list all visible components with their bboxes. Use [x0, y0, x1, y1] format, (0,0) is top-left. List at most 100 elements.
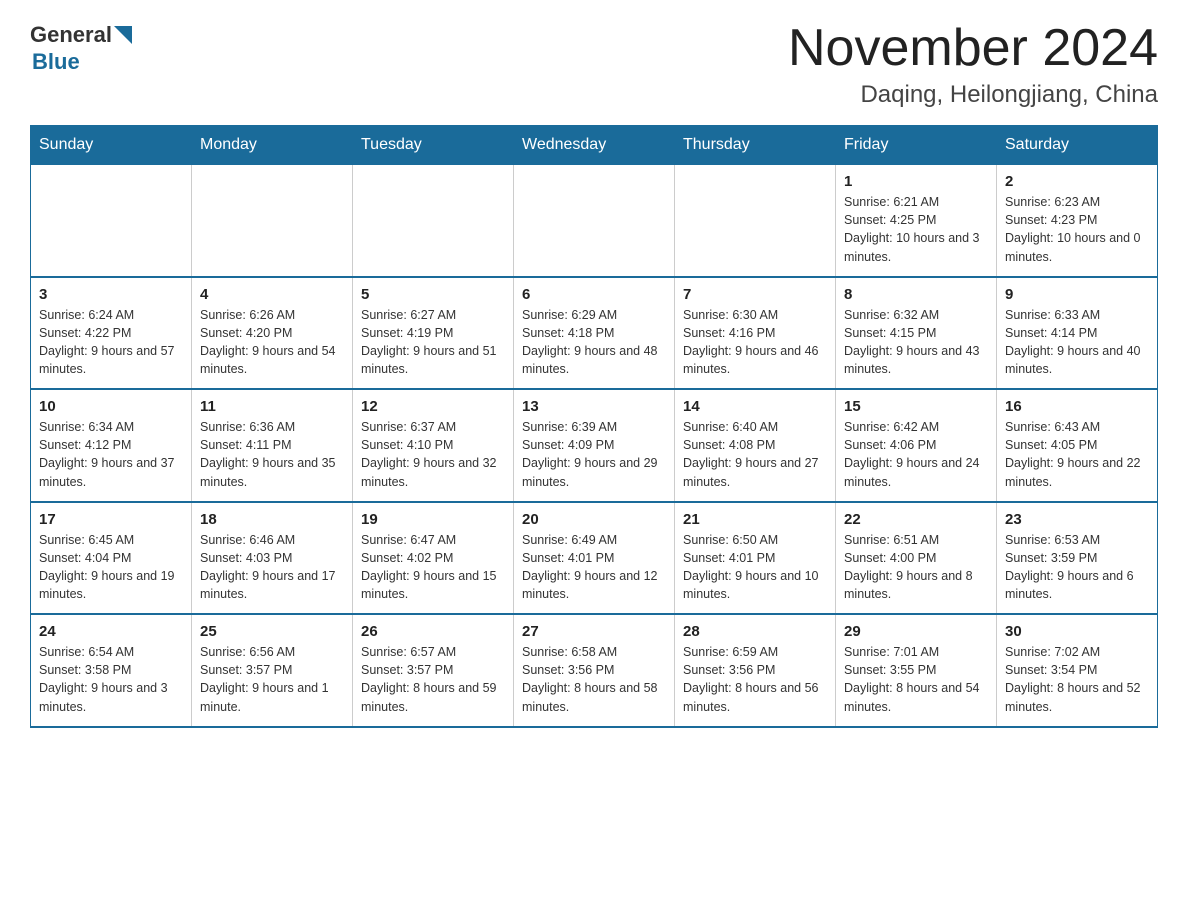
day-number: 15 [844, 398, 988, 415]
weekday-header-friday: Friday [836, 126, 997, 165]
day-number: 28 [683, 623, 827, 640]
calendar-cell: 30 Sunrise: 7:02 AMSunset: 3:54 PMDayligh… [997, 614, 1158, 727]
weekday-header-tuesday: Tuesday [353, 126, 514, 165]
week-row-3: 17 Sunrise: 6:45 AMSunset: 4:04 PMDayligh… [31, 502, 1158, 615]
calendar-cell [353, 165, 514, 277]
logo-arrow-icon [114, 26, 132, 44]
day-info: Sunrise: 7:02 AMSunset: 3:54 PMDaylight:… [1005, 643, 1149, 716]
day-info: Sunrise: 6:47 AMSunset: 4:02 PMDaylight:… [361, 531, 505, 604]
day-number: 3 [39, 286, 183, 303]
calendar-cell: 5 Sunrise: 6:27 AMSunset: 4:19 PMDaylight… [353, 277, 514, 390]
day-info: Sunrise: 6:49 AMSunset: 4:01 PMDaylight:… [522, 531, 666, 604]
title-block: November 2024 Daqing, Heilongjiang, Chin… [788, 20, 1158, 109]
day-info: Sunrise: 6:26 AMSunset: 4:20 PMDaylight:… [200, 306, 344, 379]
day-number: 29 [844, 623, 988, 640]
day-info: Sunrise: 6:53 AMSunset: 3:59 PMDaylight:… [1005, 531, 1149, 604]
weekday-header-saturday: Saturday [997, 126, 1158, 165]
day-number: 8 [844, 286, 988, 303]
day-info: Sunrise: 6:29 AMSunset: 4:18 PMDaylight:… [522, 306, 666, 379]
page-header: General Blue November 2024 Daqing, Heilo… [30, 20, 1158, 109]
weekday-header-sunday: Sunday [31, 126, 192, 165]
calendar-cell: 24Sunrise: 6:54 AMSunset: 3:58 PMDayligh… [31, 614, 192, 727]
calendar-cell: 4 Sunrise: 6:26 AMSunset: 4:20 PMDaylight… [192, 277, 353, 390]
calendar-cell: 19 Sunrise: 6:47 AMSunset: 4:02 PMDayligh… [353, 502, 514, 615]
calendar-table: SundayMondayTuesdayWednesdayThursdayFrid… [30, 125, 1158, 728]
day-info: Sunrise: 6:30 AMSunset: 4:16 PMDaylight:… [683, 306, 827, 379]
day-number: 14 [683, 398, 827, 415]
calendar-cell: 3 Sunrise: 6:24 AMSunset: 4:22 PMDaylight… [31, 277, 192, 390]
day-number: 9 [1005, 286, 1149, 303]
day-number: 27 [522, 623, 666, 640]
day-info: Sunrise: 6:36 AMSunset: 4:11 PMDaylight:… [200, 418, 344, 491]
day-info: Sunrise: 6:59 AMSunset: 3:56 PMDaylight:… [683, 643, 827, 716]
day-info: Sunrise: 6:45 AMSunset: 4:04 PMDaylight:… [39, 531, 183, 604]
day-number: 21 [683, 511, 827, 528]
calendar-cell: 29 Sunrise: 7:01 AMSunset: 3:55 PMDayligh… [836, 614, 997, 727]
day-info: Sunrise: 6:21 AMSunset: 4:25 PMDaylight:… [844, 193, 988, 266]
calendar-cell: 27 Sunrise: 6:58 AMSunset: 3:56 PMDayligh… [514, 614, 675, 727]
day-info: Sunrise: 6:34 AMSunset: 4:12 PMDaylight:… [39, 418, 183, 491]
week-row-1: 3 Sunrise: 6:24 AMSunset: 4:22 PMDaylight… [31, 277, 1158, 390]
logo-general: General [30, 22, 112, 48]
day-info: Sunrise: 6:43 AMSunset: 4:05 PMDaylight:… [1005, 418, 1149, 491]
calendar-cell: 12 Sunrise: 6:37 AMSunset: 4:10 PMDayligh… [353, 389, 514, 502]
calendar-cell: 17 Sunrise: 6:45 AMSunset: 4:04 PMDayligh… [31, 502, 192, 615]
weekday-header-monday: Monday [192, 126, 353, 165]
day-info: Sunrise: 6:46 AMSunset: 4:03 PMDaylight:… [200, 531, 344, 604]
day-number: 2 [1005, 173, 1149, 190]
day-number: 1 [844, 173, 988, 190]
week-row-4: 24Sunrise: 6:54 AMSunset: 3:58 PMDayligh… [31, 614, 1158, 727]
day-number: 5 [361, 286, 505, 303]
calendar-cell: 22Sunrise: 6:51 AMSunset: 4:00 PMDayligh… [836, 502, 997, 615]
calendar-cell: 26 Sunrise: 6:57 AMSunset: 3:57 PMDayligh… [353, 614, 514, 727]
day-number: 16 [1005, 398, 1149, 415]
day-info: Sunrise: 6:23 AMSunset: 4:23 PMDaylight:… [1005, 193, 1149, 266]
calendar-cell [192, 165, 353, 277]
day-number: 4 [200, 286, 344, 303]
week-row-2: 10 Sunrise: 6:34 AMSunset: 4:12 PMDayligh… [31, 389, 1158, 502]
calendar-cell: 7Sunrise: 6:30 AMSunset: 4:16 PMDaylight… [675, 277, 836, 390]
day-info: Sunrise: 6:40 AMSunset: 4:08 PMDaylight:… [683, 418, 827, 491]
day-info: Sunrise: 6:58 AMSunset: 3:56 PMDaylight:… [522, 643, 666, 716]
logo: General Blue [30, 20, 132, 75]
month-title: November 2024 [788, 20, 1158, 77]
calendar-cell [514, 165, 675, 277]
day-number: 26 [361, 623, 505, 640]
day-number: 10 [39, 398, 183, 415]
day-number: 20 [522, 511, 666, 528]
calendar-cell: 23 Sunrise: 6:53 AMSunset: 3:59 PMDayligh… [997, 502, 1158, 615]
calendar-cell: 20 Sunrise: 6:49 AMSunset: 4:01 PMDayligh… [514, 502, 675, 615]
calendar-cell: 8Sunrise: 6:32 AMSunset: 4:15 PMDaylight… [836, 277, 997, 390]
weekday-row: SundayMondayTuesdayWednesdayThursdayFrid… [31, 126, 1158, 165]
calendar-cell: 11 Sunrise: 6:36 AMSunset: 4:11 PMDayligh… [192, 389, 353, 502]
day-info: Sunrise: 6:50 AMSunset: 4:01 PMDaylight:… [683, 531, 827, 604]
day-number: 22 [844, 511, 988, 528]
day-info: Sunrise: 6:24 AMSunset: 4:22 PMDaylight:… [39, 306, 183, 379]
day-number: 23 [1005, 511, 1149, 528]
day-info: Sunrise: 6:37 AMSunset: 4:10 PMDaylight:… [361, 418, 505, 491]
calendar-cell: 10 Sunrise: 6:34 AMSunset: 4:12 PMDayligh… [31, 389, 192, 502]
calendar-cell: 25 Sunrise: 6:56 AMSunset: 3:57 PMDayligh… [192, 614, 353, 727]
day-number: 19 [361, 511, 505, 528]
calendar-cell: 18Sunrise: 6:46 AMSunset: 4:03 PMDayligh… [192, 502, 353, 615]
day-number: 25 [200, 623, 344, 640]
calendar-cell: 14 Sunrise: 6:40 AMSunset: 4:08 PMDayligh… [675, 389, 836, 502]
calendar-cell [675, 165, 836, 277]
calendar-cell: 9 Sunrise: 6:33 AMSunset: 4:14 PMDaylight… [997, 277, 1158, 390]
day-info: Sunrise: 6:57 AMSunset: 3:57 PMDaylight:… [361, 643, 505, 716]
calendar-cell: 15 Sunrise: 6:42 AMSunset: 4:06 PMDayligh… [836, 389, 997, 502]
day-number: 30 [1005, 623, 1149, 640]
day-info: Sunrise: 6:56 AMSunset: 3:57 PMDaylight:… [200, 643, 344, 716]
day-info: Sunrise: 6:33 AMSunset: 4:14 PMDaylight:… [1005, 306, 1149, 379]
day-number: 12 [361, 398, 505, 415]
calendar-cell: 13Sunrise: 6:39 AMSunset: 4:09 PMDayligh… [514, 389, 675, 502]
calendar-header: SundayMondayTuesdayWednesdayThursdayFrid… [31, 126, 1158, 165]
day-info: Sunrise: 6:27 AMSunset: 4:19 PMDaylight:… [361, 306, 505, 379]
day-info: Sunrise: 6:42 AMSunset: 4:06 PMDaylight:… [844, 418, 988, 491]
calendar-cell: 21 Sunrise: 6:50 AMSunset: 4:01 PMDayligh… [675, 502, 836, 615]
calendar-cell [31, 165, 192, 277]
day-number: 13 [522, 398, 666, 415]
day-number: 11 [200, 398, 344, 415]
day-info: Sunrise: 7:01 AMSunset: 3:55 PMDaylight:… [844, 643, 988, 716]
day-number: 17 [39, 511, 183, 528]
